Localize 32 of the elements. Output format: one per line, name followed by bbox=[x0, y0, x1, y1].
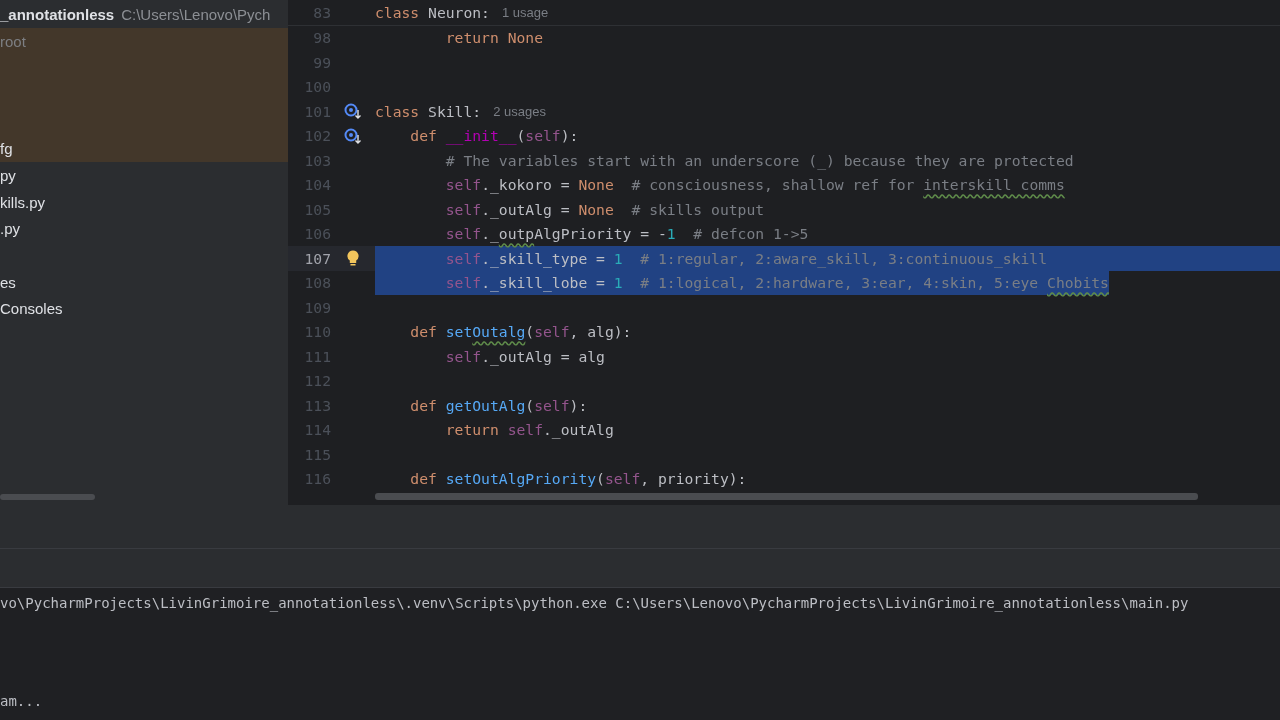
code-line: # The variables start with an underscore (_) because they are protected bbox=[444, 150, 1074, 172]
tree-item[interactable]: es bbox=[0, 268, 288, 296]
code-line: self._outpAlgPriority = -1 # defcon 1->5 bbox=[444, 224, 809, 245]
code-line: self._outAlg = None # skills output bbox=[444, 199, 765, 221]
code-line: return None bbox=[444, 28, 543, 49]
project-path: C:\Users\Lenovo\Pych bbox=[121, 5, 271, 23]
code-line: def setOutalg(self, alg): bbox=[409, 322, 632, 343]
usage-hint[interactable]: 1 usage bbox=[501, 4, 549, 20]
line-number: 107 bbox=[303, 249, 331, 267]
code-line: def getOutAlg(self): bbox=[409, 395, 588, 416]
code-line: self._outAlg = alg bbox=[444, 346, 605, 368]
code-line: self._skill_type = 1 # 1:regular, 2:aware_skill, 3:continuous_skill bbox=[444, 248, 1048, 270]
code-line: def setOutAlgPriority(self, priority): bbox=[409, 469, 747, 490]
scrollbar[interactable] bbox=[375, 493, 1198, 500]
code-line: return self._outAlg bbox=[444, 420, 614, 441]
code-line: def __init__(self): bbox=[409, 126, 579, 147]
scrollbar[interactable] bbox=[0, 494, 95, 500]
code-line: class Skill: 2 usages bbox=[375, 101, 546, 122]
tree-item[interactable]: fg bbox=[0, 135, 288, 162]
usage-hint[interactable]: 2 usages bbox=[493, 103, 546, 119]
tree-item[interactable]: Consoles bbox=[0, 295, 288, 323]
console-line: am... bbox=[0, 692, 44, 711]
project-name[interactable]: _annotationless bbox=[0, 5, 115, 23]
implemented-icon[interactable] bbox=[344, 103, 362, 120]
lightbulb-icon[interactable] bbox=[347, 250, 359, 267]
console-line: vo\PycharmProjects\LivinGrimoire_annotationless\.venv\Scripts\python.exe C:\Users\Lenovo\PycharmProjects\LivinGrimoire_annotationless\main.py bbox=[0, 594, 1190, 613]
tree-item[interactable]: .py bbox=[0, 215, 288, 243]
tree-item[interactable]: py bbox=[0, 162, 288, 189]
code-line: class Neuron: 1 usage bbox=[375, 2, 549, 23]
tree-item[interactable]: kills.py bbox=[0, 188, 288, 216]
implemented-icon[interactable] bbox=[344, 127, 362, 144]
code-line: self._kokoro = None # consciousness, shallow ref for interskill comms bbox=[444, 175, 1065, 196]
